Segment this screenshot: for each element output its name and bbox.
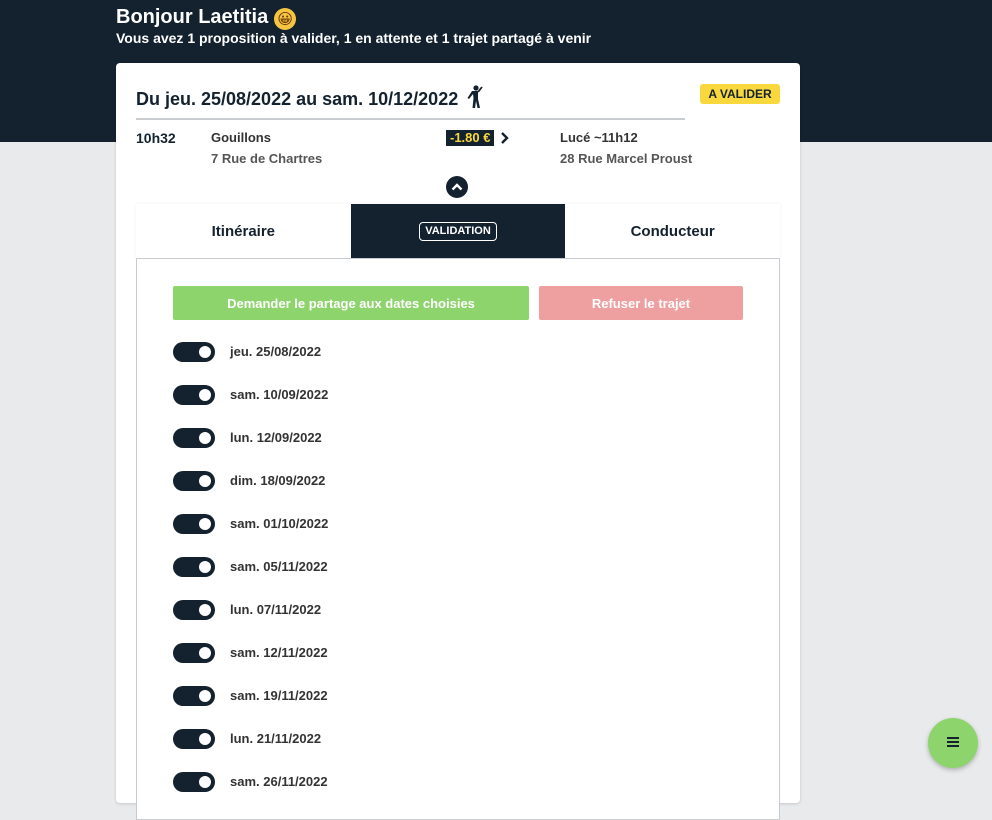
tab-bar: Itinéraire VALIDATION Conducteur xyxy=(136,204,781,259)
summary-text: Vous avez 1 proposition à valider, 1 en … xyxy=(116,30,592,46)
date-label: sam. 12/11/2022 xyxy=(230,645,328,660)
date-row: dim. 18/09/2022 xyxy=(173,470,733,513)
tab-itineraire[interactable]: Itinéraire xyxy=(136,204,351,259)
date-toggle[interactable] xyxy=(173,428,215,448)
date-toggle[interactable] xyxy=(173,342,215,362)
date-label: lun. 12/09/2022 xyxy=(230,430,322,445)
tab-conducteur[interactable]: Conducteur xyxy=(565,204,781,259)
date-row: lun. 07/11/2022 xyxy=(173,599,733,642)
date-toggle[interactable] xyxy=(173,514,215,534)
toggle-knob xyxy=(199,604,211,616)
date-row: sam. 12/11/2022 xyxy=(173,642,733,685)
title-divider xyxy=(136,118,685,120)
date-row: lun. 12/09/2022 xyxy=(173,427,733,470)
arrival-address: 28 Rue Marcel Proust xyxy=(560,151,693,166)
date-toggle[interactable] xyxy=(173,471,215,491)
date-label: sam. 10/09/2022 xyxy=(230,387,329,402)
departure-address: 7 Rue de Chartres xyxy=(211,151,323,166)
chevron-right-icon xyxy=(500,132,510,144)
date-row: sam. 19/11/2022 xyxy=(173,685,733,728)
date-toggle[interactable] xyxy=(173,643,215,663)
toggle-knob xyxy=(199,733,211,745)
price: -1.80 € xyxy=(446,130,510,146)
refuse-trip-button[interactable]: Refuser le trajet xyxy=(539,286,743,320)
menu-icon xyxy=(947,734,959,752)
tab-validation[interactable]: VALIDATION xyxy=(350,204,566,259)
toggle-knob xyxy=(199,690,211,702)
toggle-knob xyxy=(199,647,211,659)
smiley-emoji-icon: 😀 xyxy=(274,8,297,30)
tab-validation-label: VALIDATION xyxy=(419,222,497,241)
collapse-chevron-up-icon[interactable] xyxy=(446,176,468,198)
walking-person-icon xyxy=(466,85,484,114)
menu-fab-button[interactable] xyxy=(928,718,978,768)
trip-date-range: Du jeu. 25/08/2022 au sam. 10/12/2022 xyxy=(136,89,459,109)
date-label: sam. 05/11/2022 xyxy=(230,559,328,574)
date-label: lun. 07/11/2022 xyxy=(230,602,322,617)
date-row: jeu. 25/08/2022 xyxy=(173,341,733,384)
date-list: jeu. 25/08/2022 sam. 10/09/2022 lun. 12/… xyxy=(173,341,733,814)
toggle-knob xyxy=(199,561,211,573)
date-label: sam. 19/11/2022 xyxy=(230,688,328,703)
departure-place: Gouillons xyxy=(211,130,271,145)
date-row: sam. 10/09/2022 xyxy=(173,384,733,427)
request-share-button[interactable]: Demander le partage aux dates choisies xyxy=(173,286,529,320)
toggle-knob xyxy=(199,389,211,401)
date-row: lun. 21/11/2022 xyxy=(173,728,733,771)
greeting-text: Bonjour Laetitia xyxy=(116,5,269,28)
toggle-knob xyxy=(199,346,211,358)
toggle-knob xyxy=(199,776,211,788)
date-label: jeu. 25/08/2022 xyxy=(230,344,322,359)
date-toggle[interactable] xyxy=(173,557,215,577)
toggle-knob xyxy=(199,432,211,444)
departure-time: 10h32 xyxy=(136,130,176,146)
date-row: sam. 01/10/2022 xyxy=(173,513,733,556)
date-toggle[interactable] xyxy=(173,600,215,620)
status-badge: A VALIDER xyxy=(700,84,780,104)
arrival-place: Lucé ~11h12 xyxy=(560,130,638,145)
date-row: sam. 26/11/2022 xyxy=(173,771,733,814)
toggle-knob xyxy=(199,475,211,487)
date-label: dim. 18/09/2022 xyxy=(230,473,326,488)
price-tag: -1.80 € xyxy=(446,130,495,146)
date-toggle[interactable] xyxy=(173,385,215,405)
trip-card: Du jeu. 25/08/2022 au sam. 10/12/2022 A … xyxy=(116,63,800,820)
date-label: lun. 21/11/2022 xyxy=(230,731,322,746)
greeting: Bonjour Laetitia 😀 xyxy=(116,4,297,30)
date-toggle[interactable] xyxy=(173,772,215,792)
date-label: sam. 01/10/2022 xyxy=(230,516,329,531)
date-toggle[interactable] xyxy=(173,729,215,749)
date-toggle[interactable] xyxy=(173,686,215,706)
trip-title: Du jeu. 25/08/2022 au sam. 10/12/2022 xyxy=(136,85,484,114)
date-row: sam. 05/11/2022 xyxy=(173,556,733,599)
toggle-knob xyxy=(199,518,211,530)
validation-panel: Demander le partage aux dates choisies R… xyxy=(136,258,780,820)
